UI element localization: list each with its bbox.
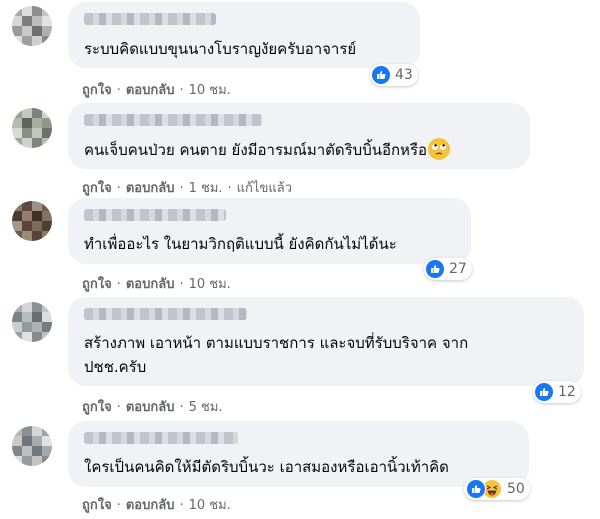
comment-actions: ถูกใจ · ตอบกลับ · 10 ชม.	[82, 277, 231, 292]
author-name-blurred[interactable]	[84, 308, 247, 320]
comment-actions: ถูกใจ · ตอบกลับ · 1 ชม. · แก้ไขแล้ว	[82, 181, 292, 196]
comment-timestamp[interactable]: 10 ชม.	[189, 277, 231, 292]
comment-text: ระบบคิดแบบขุนนางโบราญงัยครับอาจารย์	[84, 40, 357, 58]
comment-text: คนเจ็บคนป่วย คนตาย ยังมีอารมณ์มาตัดริบบิ…	[84, 138, 451, 161]
like-reaction-icon	[466, 479, 486, 499]
avatar[interactable]	[12, 6, 52, 46]
comment-timestamp[interactable]: 5 ชม.	[189, 400, 223, 415]
reaction-summary[interactable]: 50	[464, 478, 530, 500]
reply-button[interactable]: ตอบกลับ	[126, 277, 175, 292]
author-name-blurred[interactable]	[84, 209, 226, 221]
reply-button[interactable]: ตอบกลับ	[126, 181, 175, 196]
reaction-count: 12	[558, 384, 576, 400]
comment-actions: ถูกใจ · ตอบกลับ · 10 ชม.	[82, 83, 231, 98]
like-button[interactable]: ถูกใจ	[82, 83, 112, 98]
reaction-summary[interactable]: 27	[424, 258, 472, 280]
like-reaction-icon	[372, 66, 390, 84]
comment-bubble: คนเจ็บคนป่วย คนตาย ยังมีอารมณ์มาตัดริบบิ…	[68, 103, 530, 169]
comment-actions: ถูกใจ · ตอบกลับ · 5 ชม.	[82, 400, 223, 415]
author-name-blurred[interactable]	[84, 13, 216, 25]
avatar[interactable]	[12, 426, 52, 466]
comment-text-line-1: สร้างภาพ เอาหน้า ตามแบบราชการ และจบที่รั…	[84, 334, 469, 352]
comment-text: ใครเป็นคนคิดให้มีตัดริบบิ้นวะ เอาสมองหรื…	[84, 458, 449, 476]
reaction-summary[interactable]: 43	[370, 64, 418, 86]
like-reaction-icon	[535, 383, 553, 401]
like-button[interactable]: ถูกใจ	[82, 277, 112, 292]
face-with-rolling-eyes-icon	[428, 138, 451, 160]
like-button[interactable]: ถูกใจ	[82, 181, 112, 196]
reaction-count: 43	[395, 67, 413, 83]
comment-timestamp[interactable]: 1 ชม.	[189, 181, 223, 196]
comment-text-line-2: ปชช.ครับ	[84, 358, 147, 376]
author-name-blurred[interactable]	[84, 432, 238, 444]
reply-button[interactable]: ตอบกลับ	[126, 83, 175, 98]
avatar[interactable]	[12, 201, 52, 241]
avatar[interactable]	[12, 108, 52, 148]
reaction-icons	[466, 479, 502, 499]
comment-bubble: ระบบคิดแบบขุนนางโบราญงัยครับอาจารย์	[68, 2, 420, 68]
like-button[interactable]: ถูกใจ	[82, 400, 112, 415]
comment-timestamp[interactable]: 10 ชม.	[189, 498, 231, 513]
avatar[interactable]	[12, 302, 52, 342]
comment-bubble: ใครเป็นคนคิดให้มีตัดริบบิ้นวะ เอาสมองหรื…	[68, 421, 529, 487]
edited-label: แก้ไขแล้ว	[236, 181, 292, 196]
reply-button[interactable]: ตอบกลับ	[126, 498, 175, 513]
reaction-summary[interactable]: 12	[533, 381, 581, 403]
comment-bubble: สร้างภาพ เอาหน้า ตามแบบราชการ และจบที่รั…	[68, 297, 584, 386]
author-name-blurred[interactable]	[84, 114, 262, 126]
comment-bubble: ทำเพื่ออะไร ในยามวิกฤติแบบนี้ ยังคิดกันไ…	[68, 198, 471, 264]
like-button[interactable]: ถูกใจ	[82, 498, 112, 513]
comment-text: ทำเพื่ออะไร ในยามวิกฤติแบบนี้ ยังคิดกันไ…	[84, 235, 397, 253]
reaction-count: 50	[507, 481, 525, 497]
reaction-count: 27	[449, 261, 467, 277]
like-reaction-icon	[426, 260, 444, 278]
reply-button[interactable]: ตอบกลับ	[126, 400, 175, 415]
comment-timestamp[interactable]: 10 ชม.	[189, 83, 231, 98]
comment-actions: ถูกใจ · ตอบกลับ · 10 ชม.	[82, 498, 231, 513]
